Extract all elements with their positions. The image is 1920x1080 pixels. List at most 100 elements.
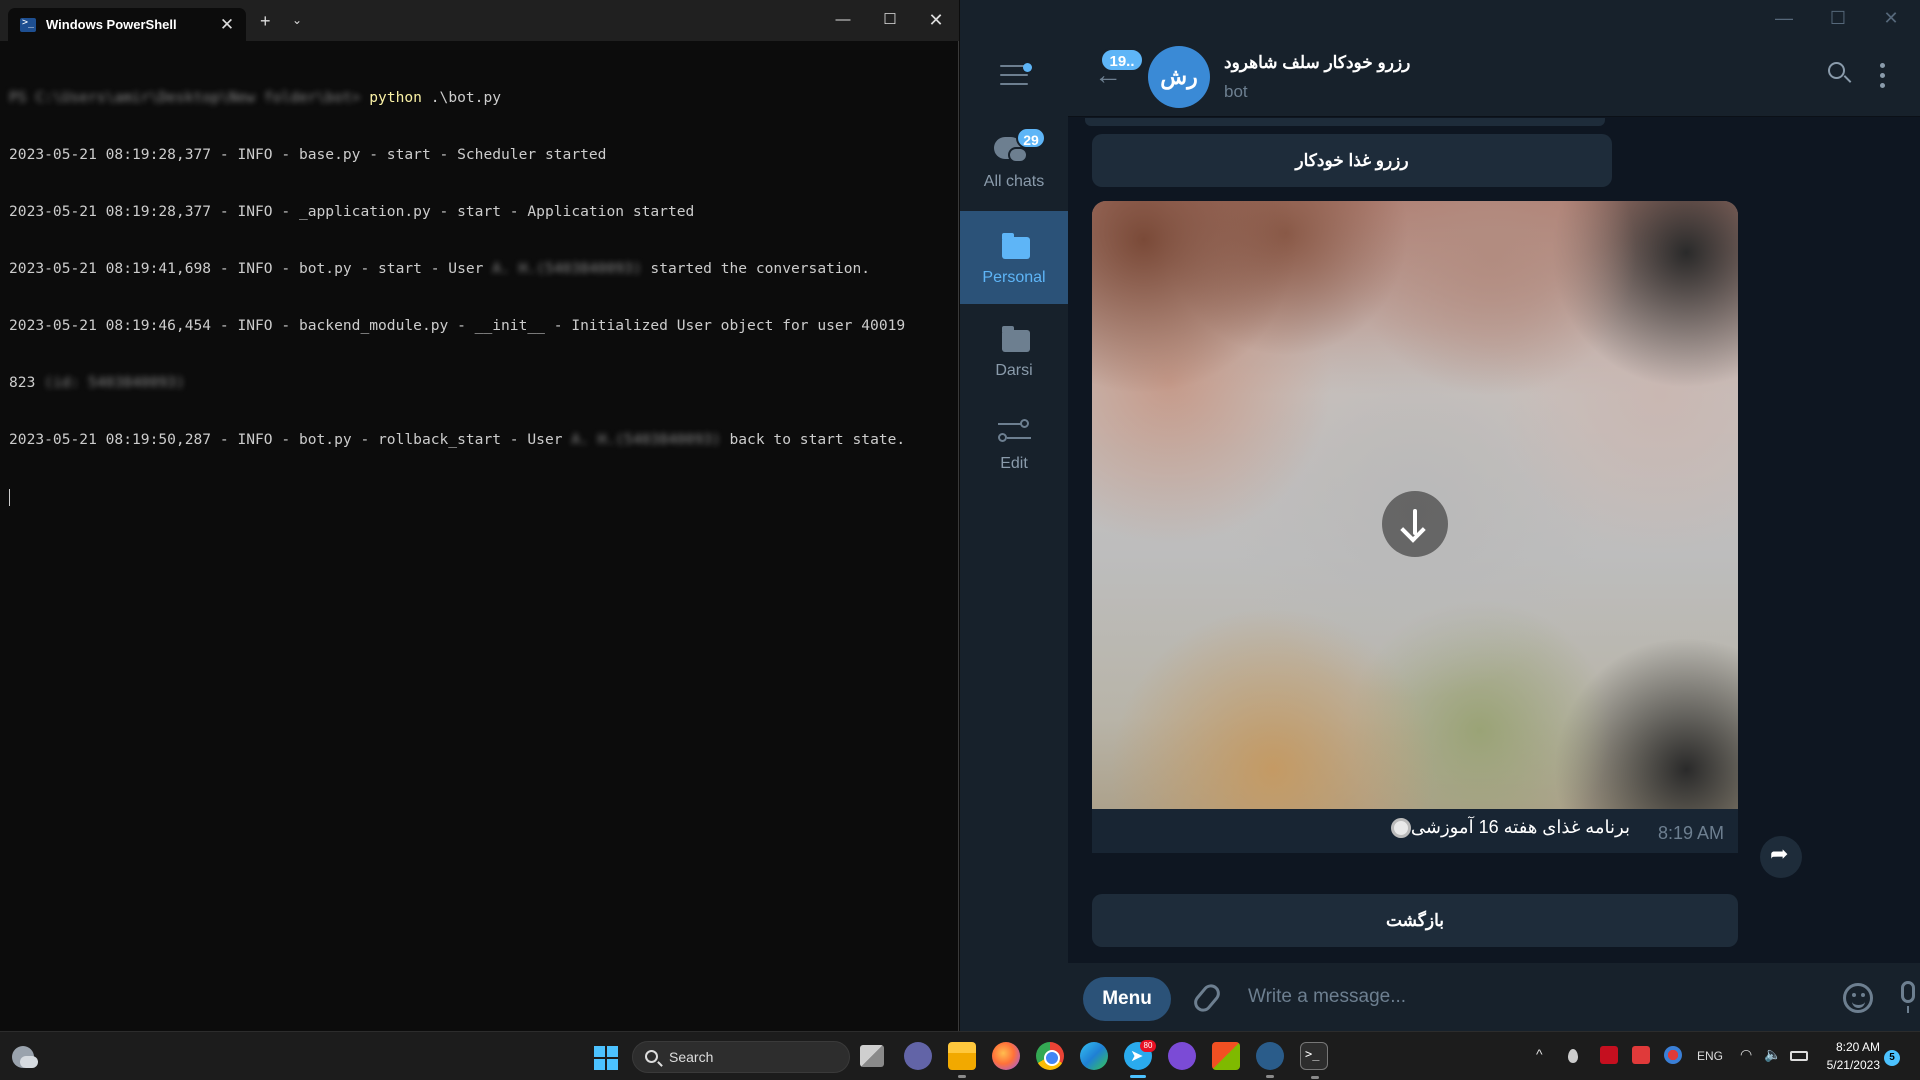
folder-personal[interactable]: Personal [960,211,1068,304]
redacted-user: (id: 5403840093) [44,374,185,391]
caption-label: برنامه غذای هفته 16 آموزشی [1410,817,1630,837]
taskbar: Search 80 ^ ENG ◠ 🔈 8:20 AM 5/21/2023 5 [0,1031,1920,1080]
sliders-icon [998,417,1031,445]
folder-sidebar: 29 All chats Personal Darsi Edit [960,37,1068,1031]
edge-icon[interactable] [1080,1042,1108,1070]
start-button[interactable] [594,1046,618,1070]
folder-label: Personal [982,269,1046,286]
desktop: Windows PowerShell ✕ + ⌄ — ☐ ✕ PS C:\Use… [0,0,1920,1080]
clock-date[interactable]: 5/21/2023 [1810,1058,1880,1072]
terminal-line: 823 (id: 5403840093) [9,373,954,392]
folder-icon [1002,326,1030,352]
task-view-icon[interactable] [860,1045,884,1067]
folder-label: All chats [983,173,1045,190]
powershell-icon [20,17,36,32]
app-icon[interactable] [1168,1042,1196,1070]
powershell-window: Windows PowerShell ✕ + ⌄ — ☐ ✕ PS C:\Use… [0,0,959,1031]
telegram-window: — ☐ ✕ 29 All chats Personal Darsi Edit ←… [960,0,1920,1031]
microphone-icon[interactable] [1901,981,1915,1013]
command-args: .\bot.py [421,89,502,106]
avatar[interactable]: رش [1148,46,1210,108]
taskbar-search[interactable]: Search [632,1041,850,1073]
message-input[interactable] [1248,979,1788,1015]
keyboard-button-back[interactable]: بازگشت [1092,894,1738,947]
log-text: back to start state. [720,431,906,448]
minimize-button[interactable]: — [823,7,863,33]
folder-label: Edit [1000,455,1028,472]
terminal-output[interactable]: PS C:\Users\amir\Desktop\New folder\bot>… [9,50,954,544]
vpn-icon[interactable] [1600,1046,1618,1064]
message-time: 8:19 AM [1657,823,1724,843]
search-label: Search [669,1049,714,1065]
keyboard-button-reserve[interactable]: رزرو غذا خودکار [1092,134,1612,187]
log-text: 2023-05-21 08:19:50,287 - INFO - bot.py … [9,431,572,448]
search-icon [645,1050,658,1063]
wifi-icon[interactable]: ◠ [1740,1046,1758,1064]
app-tray-icon[interactable] [1664,1046,1682,1064]
folder-all-chats[interactable]: 29 All chats [960,115,1068,208]
redacted-user: A. H.(5403840093) [571,431,721,448]
minimize-button[interactable]: — [1764,5,1804,31]
photo-message[interactable] [1092,201,1738,809]
file-explorer-icon[interactable] [948,1042,976,1078]
terminal-line: 2023-05-21 08:19:28,377 - INFO - base.py… [9,146,607,163]
log-text: 823 [9,374,45,391]
terminal-line: 2023-05-21 08:19:46,454 - INFO - backend… [9,317,906,334]
chat-status: bot [1224,82,1248,101]
folder-label: Darsi [995,362,1033,379]
mail-icon[interactable] [1632,1046,1650,1064]
store-icon[interactable] [1212,1042,1240,1070]
attach-icon[interactable] [1190,980,1224,1016]
compose-bar: Menu [1068,963,1920,1031]
redacted-user: A. H.(5403840093) [492,260,642,277]
new-tab-button[interactable]: + [260,11,271,32]
terminal-line [9,487,954,506]
log-text: started the conversation. [641,260,871,277]
folder-icon [1002,233,1030,259]
notification-dot [1023,63,1032,72]
forward-icon[interactable] [1760,836,1802,878]
message-list[interactable]: رزرو غذا خودکار برنامه غذای هفته 16 آموز… [1068,118,1920,963]
maximize-button[interactable]: ☐ [1818,5,1858,31]
app-icon[interactable] [1256,1042,1284,1078]
search-icon[interactable] [1828,62,1852,84]
terminal-line: 2023-05-21 08:19:28,377 - INFO - _applic… [9,203,695,220]
terminal-icon[interactable] [1300,1042,1328,1079]
chevron-down-icon[interactable]: ⌄ [292,13,302,27]
teams-chat-icon[interactable] [904,1042,932,1070]
terminal-line: 2023-05-21 08:19:41,698 - INFO - bot.py … [9,259,954,278]
log-text: 2023-05-21 08:19:41,698 - INFO - bot.py … [9,260,493,277]
folder-darsi[interactable]: Darsi [960,304,1068,397]
emoji-icon[interactable] [1843,983,1873,1013]
terminal-line: PS C:\Users\amir\Desktop\New folder\bot>… [9,88,954,107]
folder-edit[interactable]: Edit [960,397,1068,490]
tab-close-icon[interactable]: ✕ [216,15,238,35]
droplet-icon[interactable] [1568,1049,1578,1063]
volume-icon[interactable]: 🔈 [1764,1046,1782,1064]
prompt-path: PS C:\Users\amir\Desktop\New folder\bot> [9,89,361,106]
telegram-unread-badge: 80 [1140,1040,1156,1052]
bot-menu-button[interactable]: Menu [1083,977,1171,1021]
close-button[interactable]: ✕ [1871,5,1911,31]
command-name: python [369,89,422,106]
chrome-icon[interactable] [1036,1042,1064,1070]
chat-header: ← 19.. رش رزرو خودکار سلف شاهرود bot [1068,37,1920,117]
maximize-button[interactable]: ☐ [870,7,910,33]
tab-title: Windows PowerShell [46,17,177,32]
language-indicator[interactable]: ENG [1697,1049,1723,1063]
download-icon[interactable] [1382,491,1448,557]
firefox-icon[interactable] [992,1042,1020,1070]
weather-icon[interactable] [12,1046,38,1068]
powershell-tab[interactable]: Windows PowerShell ✕ [8,8,246,41]
notification-badge[interactable]: 5 [1884,1050,1900,1066]
chat-title[interactable]: رزرو خودکار سلف شاهرود [1224,53,1410,73]
message-caption: برنامه غذای هفته 16 آموزشی 8:19 AM [1092,809,1738,853]
close-button[interactable]: ✕ [916,7,956,33]
tray-overflow-icon[interactable]: ^ [1536,1046,1554,1064]
battery-icon[interactable] [1790,1051,1808,1061]
clock-time[interactable]: 8:20 AM [1820,1040,1880,1054]
more-options-icon[interactable] [1880,63,1886,93]
unread-badge: 19.. [1100,48,1144,72]
text-cursor [9,488,10,506]
previous-message-edge [1085,118,1605,126]
